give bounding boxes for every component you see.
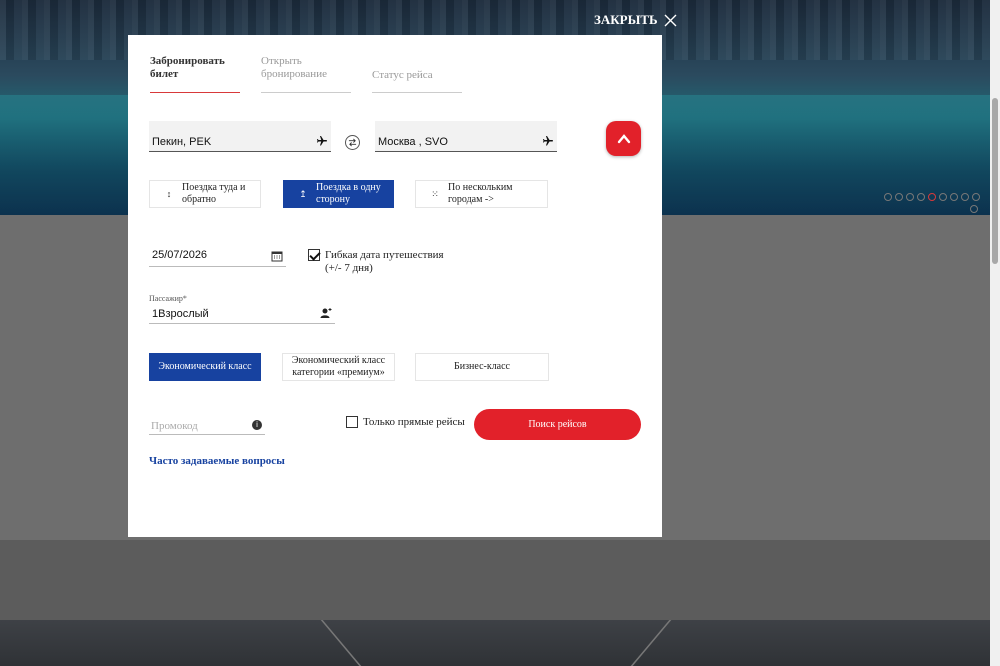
decor-beam: [320, 620, 362, 666]
swap-route-button[interactable]: [345, 135, 360, 150]
tab-label: Забронировать: [150, 55, 225, 67]
flexible-date-label: Гибкая дата путешествия: [325, 249, 444, 261]
slider-dot[interactable]: [950, 193, 958, 201]
close-button[interactable]: ЗАКРЫТЬ: [594, 12, 677, 28]
decor-beam: [630, 620, 672, 666]
info-icon[interactable]: i: [252, 420, 262, 430]
passenger-label: Пассажир*: [149, 294, 187, 303]
origin-value: Пекин, PEK: [152, 136, 212, 148]
slider-dots: [884, 193, 980, 201]
plane-icon: [317, 136, 327, 146]
destination-value: Москва , SVO: [378, 136, 448, 148]
trip-multi-city[interactable]: ⁙ По нескольким городам ->: [415, 180, 548, 208]
destination-input[interactable]: Москва , SVO: [375, 121, 557, 152]
slider-dot[interactable]: [906, 193, 914, 201]
multi-city-icon: ⁙: [431, 189, 439, 199]
slider-dot[interactable]: [970, 205, 978, 213]
date-input[interactable]: 25/07/2026: [149, 245, 286, 267]
direct-flights-checkbox[interactable]: [346, 416, 358, 428]
flexible-date-option[interactable]: Гибкая дата путешествия (+/- 7 дня): [308, 249, 444, 275]
trip-label: городам ->: [448, 194, 494, 205]
date-value: 25/07/2026: [152, 249, 208, 261]
booking-modal: Забронировать билет Открыть бронирование…: [128, 35, 662, 537]
flexible-date-checkbox[interactable]: [308, 249, 320, 261]
direct-flights-label: Только прямые рейсы: [363, 416, 465, 428]
swap-icon: [348, 138, 357, 147]
promo-code-input[interactable]: [151, 420, 246, 432]
direct-flights-option[interactable]: Только прямые рейсы: [346, 416, 465, 428]
class-label: категории «премиум»: [292, 367, 385, 378]
tab-label: Статус рейса: [372, 69, 433, 81]
slider-dots-secondary: [970, 205, 978, 213]
calendar-icon[interactable]: [271, 250, 283, 262]
tab-label: билет: [150, 68, 179, 80]
promo-code-field[interactable]: i: [149, 415, 265, 435]
trip-round-trip[interactable]: ↕ Поездка туда и обратно: [149, 180, 261, 208]
tab-open-booking[interactable]: Открыть бронирование: [261, 55, 351, 93]
passenger-value: 1Взрослый: [152, 308, 209, 320]
class-economy[interactable]: Экономический класс: [149, 353, 261, 381]
page-overlay-lower: [0, 540, 990, 620]
page-scrollbar[interactable]: [990, 0, 1000, 666]
tab-label: бронирование: [261, 68, 327, 80]
trip-label: По нескольким: [448, 182, 513, 193]
plane-icon: [543, 136, 553, 146]
search-flights-button[interactable]: Поиск рейсов: [474, 409, 641, 440]
tab-label: Открыть: [261, 55, 302, 67]
close-icon: [664, 14, 677, 26]
close-label: ЗАКРЫТЬ: [594, 12, 658, 27]
class-premium-economy[interactable]: Экономический класс категории «премиум»: [282, 353, 395, 381]
trip-label: Поездка туда и: [182, 182, 246, 193]
class-label: Бизнес-класс: [453, 361, 510, 372]
faq-link[interactable]: Часто задаваемые вопросы: [149, 455, 285, 467]
trip-one-way[interactable]: ↥ Поездка в одну сторону: [283, 180, 394, 208]
slider-dot[interactable]: [939, 193, 947, 201]
trip-label: сторону: [316, 194, 351, 205]
trip-label: обратно: [182, 194, 216, 205]
scroll-thumb[interactable]: [992, 98, 998, 264]
passenger-input[interactable]: 1Взрослый: [149, 303, 335, 324]
round-trip-icon: ↕: [166, 189, 172, 199]
class-business[interactable]: Бизнес-класс: [415, 353, 549, 381]
slider-dot-active[interactable]: [928, 193, 936, 201]
slider-dot[interactable]: [895, 193, 903, 201]
one-way-icon: ↥: [299, 189, 307, 199]
tab-book-ticket[interactable]: Забронировать билет: [150, 55, 240, 93]
class-label: Экономический класс: [291, 355, 386, 366]
collapse-button[interactable]: [606, 121, 641, 156]
booking-tabs: Забронировать билет Открыть бронирование…: [150, 55, 462, 93]
slider-dot[interactable]: [961, 193, 969, 201]
origin-input[interactable]: Пекин, PEK: [149, 121, 331, 152]
tab-flight-status[interactable]: Статус рейса: [372, 55, 462, 93]
class-label: Экономический класс: [158, 361, 252, 372]
slider-dot[interactable]: [917, 193, 925, 201]
trip-label: Поездка в одну: [316, 182, 381, 193]
slider-dot[interactable]: [884, 193, 892, 201]
chevron-up-icon: [617, 133, 630, 143]
flexible-date-range: (+/- 7 дня): [325, 262, 373, 274]
footer-background: [0, 620, 990, 666]
add-user-icon[interactable]: [320, 307, 332, 319]
slider-dot[interactable]: [972, 193, 980, 201]
